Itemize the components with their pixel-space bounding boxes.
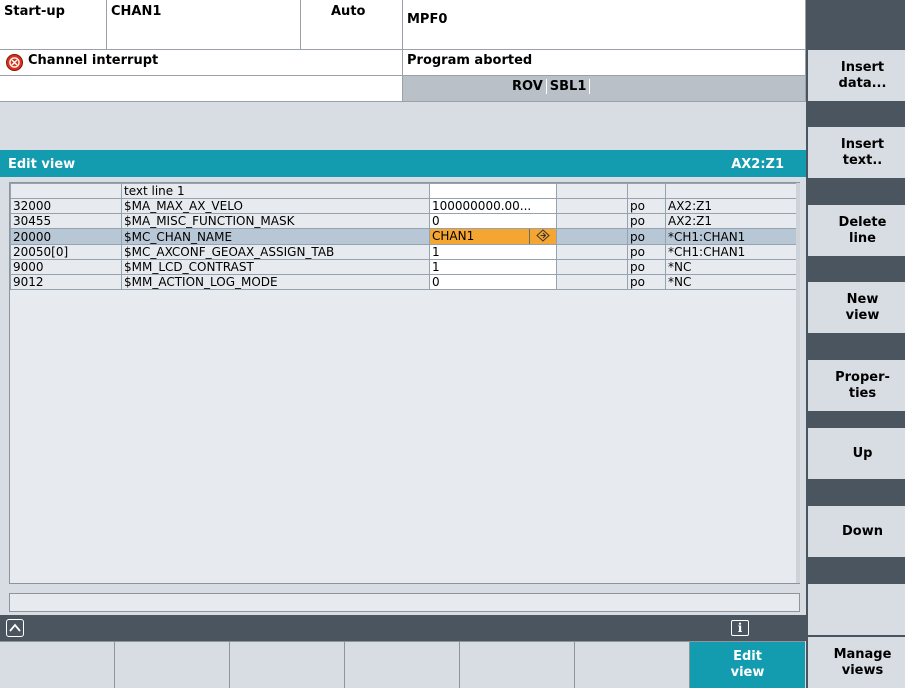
alarm-stop-icon	[6, 54, 23, 71]
horizontal-softkey-5[interactable]	[460, 641, 575, 688]
param-number-cell: 20000	[10, 228, 122, 245]
header-empty-cell	[0, 76, 403, 102]
edit-view-softkey[interactable]: Edit view	[690, 641, 805, 688]
param-po-cell: po	[627, 274, 666, 290]
param-number-cell: 20050[0]	[10, 244, 122, 260]
down-softkey[interactable]: Down	[808, 506, 905, 557]
param-name-cell: text line 1	[121, 183, 430, 199]
param-name-cell: $MM_LCD_CONTRAST	[121, 259, 430, 275]
param-unit-cell	[556, 259, 628, 275]
edit-toggle-icon[interactable]	[530, 229, 556, 244]
flag-sbl1: SBL1	[547, 79, 591, 94]
header-panel: Start-up CHAN1 Auto MPF0 Channel interru…	[0, 0, 806, 108]
vertical-scrollbar[interactable]	[796, 183, 800, 583]
recall-icon[interactable]	[6, 619, 24, 637]
table-row[interactable]: 30455 $MA_MISC_FUNCTION_MASK 0 po AX2:Z1	[10, 213, 797, 229]
axis-reference: AX2:Z1	[731, 157, 784, 172]
view-title: Edit view	[8, 157, 76, 172]
message-strip	[0, 108, 806, 150]
value-edit-field[interactable]: CHAN1	[430, 229, 556, 244]
program-name: MPF0	[403, 0, 806, 50]
view-titlebar: Edit view AX2:Z1	[0, 150, 806, 177]
param-po-cell: po	[627, 198, 666, 214]
table-row[interactable]: text line 1	[10, 183, 797, 199]
param-po-cell	[627, 183, 666, 199]
operating-area-label: Start-up	[0, 0, 107, 50]
param-number-cell: 30455	[10, 213, 122, 229]
status-strip: i	[0, 615, 806, 641]
input-line[interactable]	[9, 593, 800, 612]
param-po-cell: po	[627, 213, 666, 229]
alarm-text: Channel interrupt	[0, 50, 403, 76]
param-value-cell[interactable]: 1	[429, 259, 557, 275]
horizontal-softkey-6[interactable]	[575, 641, 690, 688]
horizontal-softkey-3[interactable]	[230, 641, 345, 688]
work-area: text line 1 32000 $MA_MAX_AX_VELO 100000000…	[0, 177, 806, 615]
delete-line-softkey[interactable]: Delete line	[808, 205, 905, 256]
param-number-cell: 32000	[10, 198, 122, 214]
param-unit-cell	[556, 228, 628, 245]
param-value-cell[interactable]: 0	[429, 274, 557, 290]
param-ref-cell: AX2:Z1	[665, 213, 797, 229]
manage-views-softkey[interactable]: Manage views	[808, 637, 905, 688]
parameter-list: text line 1 32000 $MA_MAX_AX_VELO 100000000…	[9, 182, 800, 584]
param-po-cell: po	[627, 228, 666, 245]
table-row[interactable]: 9012 $MM_ACTION_LOG_MODE 0 po *NC	[10, 274, 797, 290]
new-view-softkey[interactable]: New view	[808, 282, 905, 333]
param-value-cell[interactable]	[429, 183, 557, 199]
param-unit-cell	[556, 274, 628, 290]
horizontal-softkey-4[interactable]	[345, 641, 460, 688]
param-value-cell[interactable]: CHAN1	[429, 228, 557, 245]
horizontal-softkey-2[interactable]	[115, 641, 230, 688]
param-unit-cell	[556, 183, 628, 199]
program-status: Program aborted	[403, 50, 806, 76]
table-row[interactable]: 20000 $MC_CHAN_NAME CHAN1 po *CH1:CHAN1	[10, 228, 797, 245]
table-row[interactable]: 32000 $MA_MAX_AX_VELO 100000000.00... po AX2…	[10, 198, 797, 214]
param-number-cell: 9000	[10, 259, 122, 275]
flag-rov: ROV	[509, 79, 547, 94]
param-ref-cell: *CH1:CHAN1	[665, 228, 797, 245]
parameter-table: text line 1 32000 $MA_MAX_AX_VELO 100000000…	[10, 183, 797, 290]
table-row[interactable]: 20050[0] $MC_AXCONF_GEOAX_ASSIGN_TAB 1 po *C…	[10, 244, 797, 260]
param-value-cell[interactable]: 0	[429, 213, 557, 229]
param-unit-cell	[556, 244, 628, 260]
param-number-cell: 9012	[10, 274, 122, 290]
param-value-cell[interactable]: 100000000.00...	[429, 198, 557, 214]
param-ref-cell: *NC	[665, 274, 797, 290]
horizontal-softkeys: Edit view	[0, 641, 806, 688]
param-unit-cell	[556, 213, 628, 229]
param-ref-cell: *CH1:CHAN1	[665, 244, 797, 260]
param-name-cell: $MA_MISC_FUNCTION_MASK	[121, 213, 430, 229]
param-po-cell: po	[627, 244, 666, 260]
insert-text-softkey[interactable]: Insert text..	[808, 127, 905, 178]
vertical-softkeys: Insert data... Insert text.. Delete line New vi…	[806, 0, 905, 688]
insert-data-softkey[interactable]: Insert data...	[808, 50, 905, 101]
operating-mode: Auto	[301, 0, 403, 50]
param-ref-cell: AX2:Z1	[665, 198, 797, 214]
param-po-cell: po	[627, 259, 666, 275]
info-icon[interactable]: i	[731, 620, 749, 636]
param-ref-cell: *NC	[665, 259, 797, 275]
table-row[interactable]: 9000 $MM_LCD_CONTRAST 1 po *NC	[10, 259, 797, 275]
param-ref-cell	[665, 183, 797, 199]
value-text[interactable]: CHAN1	[430, 229, 530, 244]
empty-softkey-8[interactable]	[808, 584, 905, 635]
param-value-cell[interactable]: 1	[429, 244, 557, 260]
horizontal-softkey-1[interactable]	[0, 641, 115, 688]
param-name-cell: $MM_ACTION_LOG_MODE	[121, 274, 430, 290]
channel-name: CHAN1	[107, 0, 301, 50]
up-softkey[interactable]: Up	[808, 428, 905, 479]
properties-softkey[interactable]: Proper-ties	[808, 360, 905, 411]
program-flags: ROV SBL1	[403, 76, 806, 102]
param-name-cell: $MA_MAX_AX_VELO	[121, 198, 430, 214]
param-number-cell	[10, 183, 122, 199]
param-unit-cell	[556, 198, 628, 214]
param-name-cell: $MC_CHAN_NAME	[121, 228, 430, 245]
param-name-cell: $MC_AXCONF_GEOAX_ASSIGN_TAB	[121, 244, 430, 260]
